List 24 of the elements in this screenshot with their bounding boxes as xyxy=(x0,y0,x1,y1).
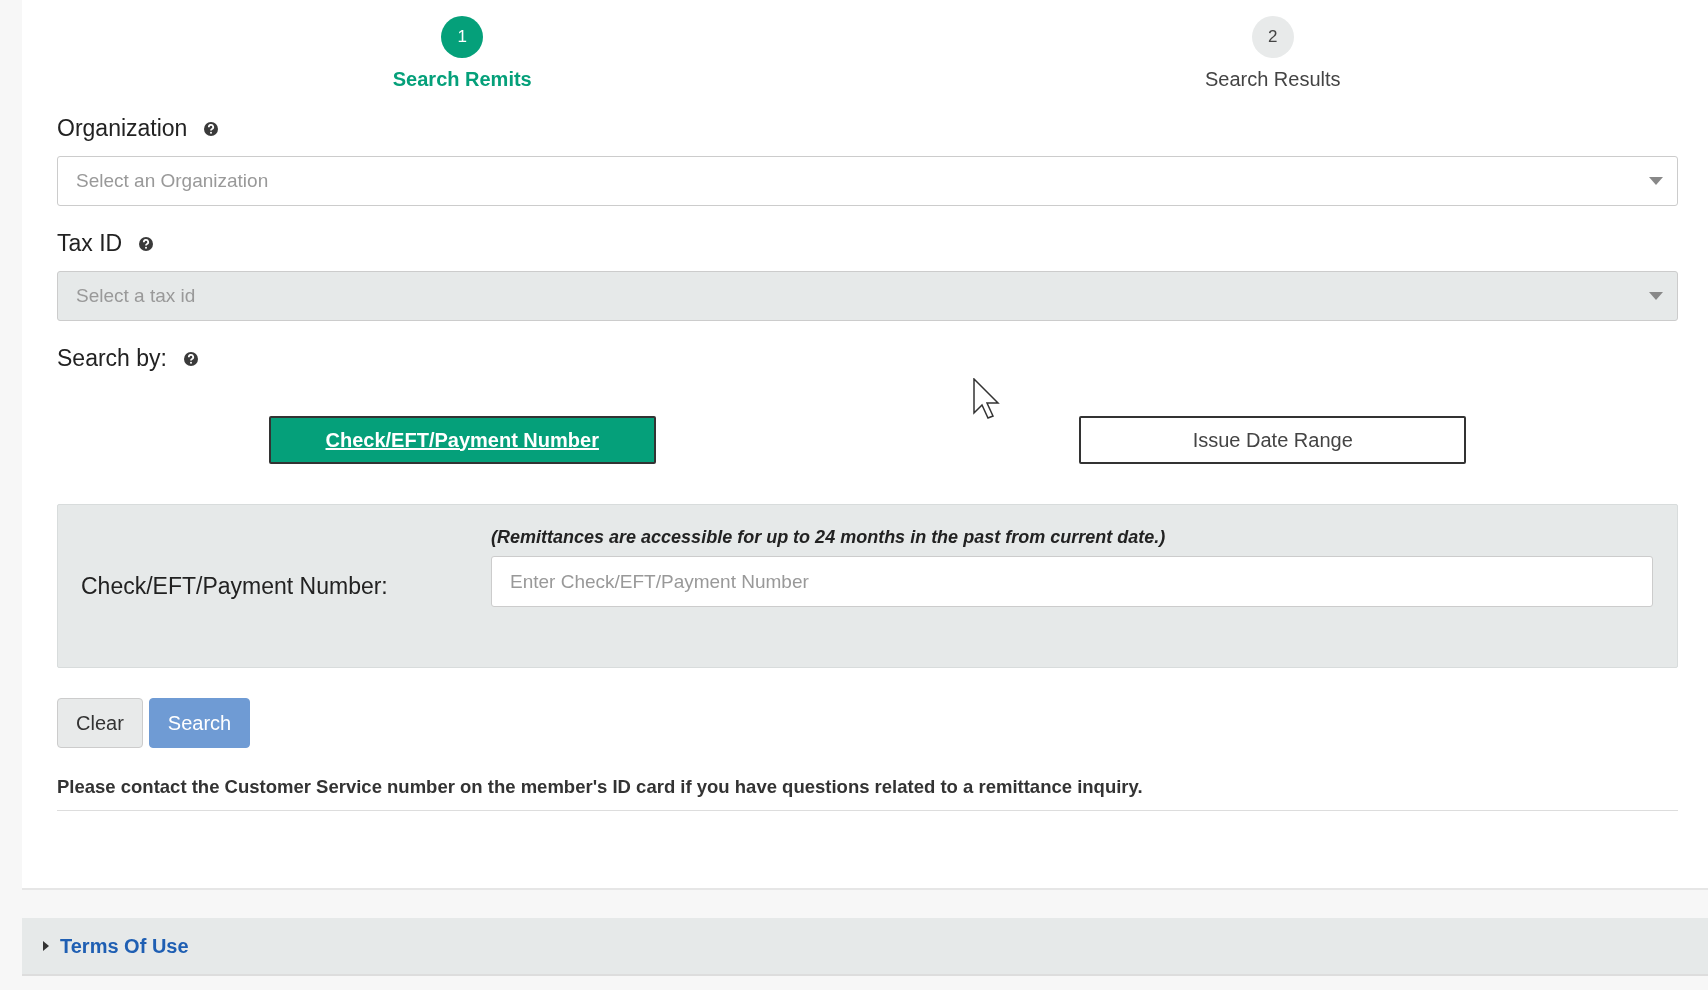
caret-icon[interactable] xyxy=(42,940,50,952)
search-option-button[interactable]: Check/EFT/Payment Number xyxy=(268,416,656,464)
step-number: 1 xyxy=(441,16,484,58)
clear-button[interactable]: Clear xyxy=(57,698,143,748)
notice-text: Please contact the Customer Service number on the member's ID card if you have questions related to a remittance inquiry. xyxy=(57,776,1678,811)
caret-icon xyxy=(1649,292,1663,300)
cursor-icon xyxy=(973,378,1001,420)
help-icon[interactable] xyxy=(138,235,155,252)
field-label: Organization xyxy=(57,115,188,142)
step-label: Search Results xyxy=(1204,68,1341,91)
search-button[interactable]: Search xyxy=(148,698,251,748)
select-field[interactable]: Select an Organization xyxy=(57,156,1678,206)
field-label: Search by: xyxy=(57,345,167,372)
search-option-button[interactable]: Issue Date Range xyxy=(1079,416,1467,464)
field-label: Tax ID xyxy=(57,230,123,257)
help-icon[interactable] xyxy=(182,350,199,367)
note-text: (Remittances are accessible for up to 24 months in the past from current date.) xyxy=(491,527,1167,548)
help-icon[interactable] xyxy=(203,120,220,137)
caret-icon xyxy=(1649,177,1663,185)
terms-link[interactable]: Terms Of Use xyxy=(60,934,189,958)
input-field[interactable]: Enter Check/EFT/Payment Number xyxy=(491,556,1653,607)
step-number: 2 xyxy=(1251,16,1294,58)
field-label: Check/EFT/Payment Number: xyxy=(81,573,388,599)
step-label: Search Remits xyxy=(392,68,532,91)
